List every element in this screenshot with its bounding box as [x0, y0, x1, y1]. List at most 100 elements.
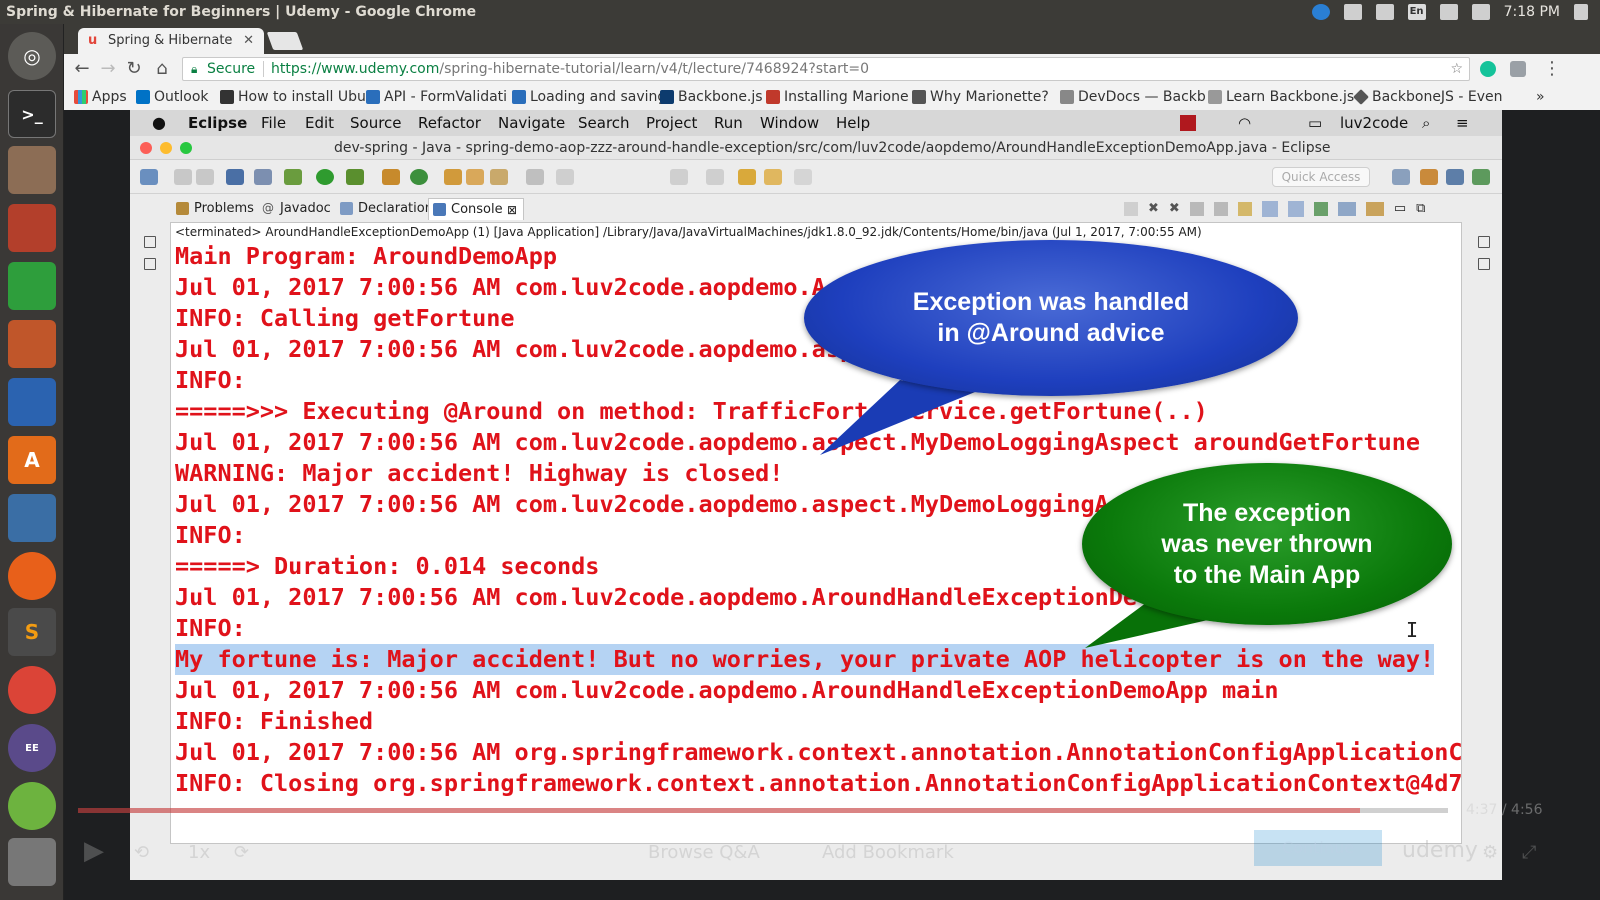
bookmark-apps[interactable]: Apps	[74, 84, 127, 110]
window-minimize-icon[interactable]	[160, 142, 172, 154]
terminate-icon[interactable]	[1124, 202, 1138, 216]
console-line[interactable]: Main Program: AroundDemoApp	[175, 241, 557, 272]
new-package-icon[interactable]	[382, 169, 400, 185]
console-line[interactable]: INFO: Closing org.springframework.contex…	[175, 768, 1461, 799]
minimize-view-icon[interactable]: ▭	[1394, 198, 1406, 220]
ubuntu-dash-icon[interactable]: ◎	[8, 32, 56, 80]
restore-icon[interactable]	[144, 236, 156, 248]
spring-tool-icon[interactable]	[8, 782, 56, 830]
file-manager-icon[interactable]	[8, 146, 56, 194]
menu-edit[interactable]: Edit	[305, 110, 334, 136]
bookmark-learn-backbone[interactable]: Learn Backbone.js	[1208, 84, 1354, 110]
tab-problems[interactable]: Problems	[172, 198, 254, 220]
fullscreen-icon[interactable]: ⤢	[1522, 842, 1536, 863]
software-center-icon[interactable]: A	[8, 436, 56, 484]
continue-button[interactable]: Continue	[1254, 830, 1382, 866]
keyboard-layout-indicator[interactable]: En	[1407, 4, 1426, 20]
back-history-icon[interactable]	[738, 169, 756, 185]
add-bookmark-button[interactable]: Add Bookmark	[822, 842, 954, 863]
console-line[interactable]: INFO: Calling getFortune	[175, 303, 515, 334]
console-line[interactable]: Jul 01, 2017 7:00:56 AM com.luv2code.aop…	[175, 582, 1137, 613]
settings-gear-icon[interactable]	[1574, 4, 1588, 20]
coverage-icon[interactable]	[346, 169, 364, 185]
maximize-view-icon[interactable]: ⧉	[1416, 198, 1425, 220]
speed-button[interactable]: 1x	[188, 842, 210, 863]
menu-eclipse[interactable]: Eclipse	[188, 110, 247, 136]
spreadsheet-icon[interactable]	[8, 262, 56, 310]
open-task-icon[interactable]	[466, 169, 484, 185]
console-line[interactable]: INFO: Finished	[175, 706, 373, 737]
toggle-mark-icon[interactable]	[556, 169, 574, 185]
bookmark-install-ubuntu[interactable]: How to install Ubu	[220, 84, 366, 110]
clipboard-icon[interactable]	[1343, 4, 1362, 20]
bookmark-loading-saving[interactable]: Loading and saving	[512, 84, 666, 110]
word-wrap-icon[interactable]	[1237, 202, 1252, 216]
clock[interactable]: 7:18 PM	[1504, 0, 1560, 24]
save-all-icon[interactable]	[196, 169, 214, 185]
view-stack-icon[interactable]	[144, 258, 156, 270]
writer-icon[interactable]	[8, 378, 56, 426]
console-line[interactable]: Jul 01, 2017 7:00:56 AM com.luv2code.aop…	[175, 489, 1109, 520]
open-type-icon[interactable]	[444, 169, 462, 185]
mail-icon[interactable]	[1439, 4, 1458, 20]
tab-console[interactable]: Console ⊠	[428, 198, 524, 220]
console-line[interactable]: =====>>> Executing @Around on method: Tr…	[175, 396, 1208, 427]
sublime-text-icon[interactable]: S	[8, 608, 56, 656]
close-tab-icon[interactable]: ✕	[243, 28, 254, 54]
new-icon[interactable]	[140, 169, 158, 185]
console-line[interactable]: My fortune is: Major accident! But no wo…	[175, 644, 1435, 675]
next-annotation-icon[interactable]	[706, 169, 724, 185]
bookmark-why-marionette[interactable]: Why Marionette?	[912, 84, 1049, 110]
settings-icon[interactable]: ⚙	[1482, 842, 1498, 863]
tab-declaration[interactable]: Declaration	[336, 198, 433, 220]
window-zoom-icon[interactable]	[180, 142, 192, 154]
search-pen-icon[interactable]	[490, 169, 508, 185]
remove-launch-icon[interactable]: ✖	[1148, 198, 1159, 220]
javaee-perspective-icon[interactable]	[1420, 169, 1438, 185]
console-line[interactable]: =====> Duration: 0.014 seconds	[175, 551, 599, 582]
new-class-icon[interactable]	[410, 169, 428, 185]
bookmarks-overflow-button[interactable]: »	[1536, 84, 1545, 110]
spotlight-search-icon[interactable]: ⌕	[1422, 110, 1430, 136]
eclipse-javaee-icon[interactable]: EE	[8, 724, 56, 772]
open-console-icon[interactable]	[1365, 202, 1384, 216]
menu-window[interactable]: Window	[760, 110, 819, 136]
window-close-icon[interactable]	[140, 142, 152, 154]
outline-view-icon[interactable]	[1478, 258, 1490, 270]
forward-history-icon[interactable]	[764, 169, 782, 185]
bookmark-installing-marionette[interactable]: Installing Marione	[766, 84, 909, 110]
status-red-square-icon[interactable]	[1180, 115, 1196, 131]
console-line[interactable]: INFO:	[175, 520, 246, 551]
save-icon[interactable]	[174, 169, 192, 185]
menu-project[interactable]: Project	[646, 110, 697, 136]
menu-source[interactable]: Source	[350, 110, 402, 136]
close-console-tab-icon[interactable]: ⊠	[507, 199, 517, 221]
presentation-icon[interactable]	[8, 320, 56, 368]
prev-annotation-icon[interactable]	[670, 169, 688, 185]
clear-console-icon[interactable]	[1189, 202, 1204, 216]
firefox-icon[interactable]	[8, 552, 56, 600]
console-line[interactable]: Jul 01, 2017 7:00:56 AM com.luv2code.aop…	[175, 272, 826, 303]
scroll-lock-icon[interactable]	[1213, 202, 1228, 216]
console-line[interactable]: INFO:	[175, 365, 246, 396]
system-tools-icon[interactable]	[8, 204, 56, 252]
java-perspective-icon[interactable]	[1446, 169, 1464, 185]
bookmark-backbone[interactable]: Backbone.js	[660, 84, 763, 110]
forward-icon[interactable]: →	[98, 59, 118, 79]
back-icon[interactable]: ←	[72, 59, 92, 79]
run-icon[interactable]	[316, 169, 334, 185]
browse-qa-button[interactable]: Browse Q&A	[648, 842, 760, 863]
menu-run[interactable]: Run	[714, 110, 743, 136]
mac-username[interactable]: luv2code	[1340, 110, 1408, 136]
show-on-stderr-icon[interactable]	[1287, 201, 1304, 217]
annotation-icon[interactable]	[526, 169, 544, 185]
chrome-icon[interactable]	[8, 666, 56, 714]
forward-15-icon[interactable]: ⟳	[234, 842, 249, 863]
bookmark-outlook[interactable]: Outlook	[136, 84, 209, 110]
menu-refactor[interactable]: Refactor	[418, 110, 481, 136]
rewind-15-icon[interactable]: ⟲	[134, 842, 149, 863]
volume-icon[interactable]	[1471, 4, 1490, 20]
forward-disabled-icon[interactable]	[794, 169, 812, 185]
teamviewer-icon[interactable]	[1311, 4, 1330, 20]
reload-icon[interactable]: ↻	[124, 59, 144, 79]
